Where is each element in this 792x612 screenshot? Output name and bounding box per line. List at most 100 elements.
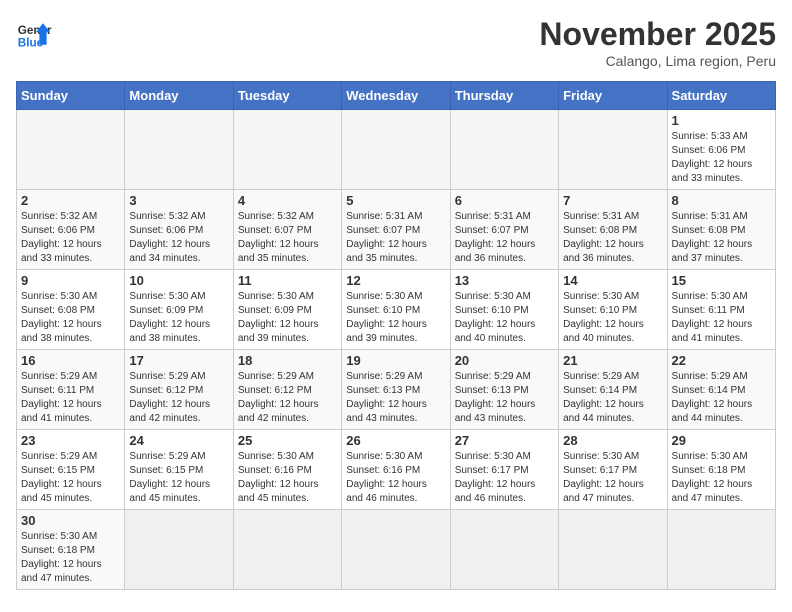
day-number: 22 [672,353,771,368]
calendar-day-cell: 27Sunrise: 5:30 AM Sunset: 6:17 PM Dayli… [450,430,558,510]
day-number: 16 [21,353,120,368]
calendar-day-cell: 11Sunrise: 5:30 AM Sunset: 6:09 PM Dayli… [233,270,341,350]
day-number: 26 [346,433,445,448]
day-number: 7 [563,193,662,208]
calendar-week-row: 30Sunrise: 5:30 AM Sunset: 6:18 PM Dayli… [17,510,776,590]
calendar-header-row: SundayMondayTuesdayWednesdayThursdayFrid… [17,82,776,110]
calendar-week-row: 16 Sunrise: 5:29 AM Sunset: 6:11 PM Dayli… [17,350,776,430]
calendar-day-cell: 14Sunrise: 5:30 AM Sunset: 6:10 PM Dayli… [559,270,667,350]
day-number: 28 [563,433,662,448]
day-info: Sunrise: 5:29 AM Sunset: 6:12 PM Dayligh… [238,370,337,426]
weekday-header-wednesday: Wednesday [342,82,450,110]
calendar-day-cell: 3Sunrise: 5:32 AM Sunset: 6:06 PM Daylig… [125,190,233,270]
day-info: Sunrise: 5:32 AM Sunset: 6:06 PM Dayligh… [129,210,228,266]
day-number: 8 [672,193,771,208]
calendar-day-cell: 6Sunrise: 5:31 AM Sunset: 6:07 PM Daylig… [450,190,558,270]
day-info: Sunrise: 5:29 AM Sunset: 6:13 PM Dayligh… [346,370,445,426]
calendar-day-cell [559,110,667,190]
day-number: 13 [455,273,554,288]
day-info: Sunrise: 5:30 AM Sunset: 6:10 PM Dayligh… [455,290,554,346]
day-info: Sunrise: 5:30 AM Sunset: 6:17 PM Dayligh… [563,450,662,506]
day-number: 25 [238,433,337,448]
day-number: 24 [129,433,228,448]
day-number: 10 [129,273,228,288]
calendar-day-cell: 10 Sunrise: 5:30 AM Sunset: 6:09 PM Dayli… [125,270,233,350]
logo-icon: General Blue [16,16,52,52]
day-number: 19 [346,353,445,368]
day-number: 5 [346,193,445,208]
day-info: Sunrise: 5:30 AM Sunset: 6:18 PM Dayligh… [21,530,120,586]
day-info: Sunrise: 5:29 AM Sunset: 6:13 PM Dayligh… [455,370,554,426]
header: General Blue November 2025 Calango, Lima… [16,16,776,69]
day-info: Sunrise: 5:31 AM Sunset: 6:08 PM Dayligh… [672,210,771,266]
weekday-header-friday: Friday [559,82,667,110]
calendar-day-cell: 1Sunrise: 5:33 AM Sunset: 6:06 PM Daylig… [667,110,775,190]
calendar-day-cell: 2 Sunrise: 5:32 AM Sunset: 6:06 PM Daylig… [17,190,125,270]
calendar-day-cell [450,110,558,190]
calendar-day-cell: 29Sunrise: 5:30 AM Sunset: 6:18 PM Dayli… [667,430,775,510]
day-info: Sunrise: 5:30 AM Sunset: 6:09 PM Dayligh… [238,290,337,346]
day-info: Sunrise: 5:30 AM Sunset: 6:09 PM Dayligh… [129,290,228,346]
day-info: Sunrise: 5:29 AM Sunset: 6:12 PM Dayligh… [129,370,228,426]
day-info: Sunrise: 5:30 AM Sunset: 6:11 PM Dayligh… [672,290,771,346]
day-number: 20 [455,353,554,368]
day-number: 4 [238,193,337,208]
weekday-header-sunday: Sunday [17,82,125,110]
day-info: Sunrise: 5:30 AM Sunset: 6:16 PM Dayligh… [346,450,445,506]
day-info: Sunrise: 5:32 AM Sunset: 6:07 PM Dayligh… [238,210,337,266]
calendar-day-cell [17,110,125,190]
calendar-day-cell: 17 Sunrise: 5:29 AM Sunset: 6:12 PM Dayli… [125,350,233,430]
calendar-day-cell [125,510,233,590]
day-info: Sunrise: 5:32 AM Sunset: 6:06 PM Dayligh… [21,210,120,266]
calendar-day-cell [342,110,450,190]
day-info: Sunrise: 5:30 AM Sunset: 6:10 PM Dayligh… [563,290,662,346]
calendar-day-cell [342,510,450,590]
day-number: 2 [21,193,120,208]
calendar-day-cell: 23Sunrise: 5:29 AM Sunset: 6:15 PM Dayli… [17,430,125,510]
calendar-day-cell: 9 Sunrise: 5:30 AM Sunset: 6:08 PM Daylig… [17,270,125,350]
calendar-day-cell: 19 Sunrise: 5:29 AM Sunset: 6:13 PM Dayli… [342,350,450,430]
page-title: November 2025 [539,16,776,53]
day-number: 18 [238,353,337,368]
day-number: 12 [346,273,445,288]
calendar-day-cell: 16 Sunrise: 5:29 AM Sunset: 6:11 PM Dayli… [17,350,125,430]
day-number: 15 [672,273,771,288]
day-info: Sunrise: 5:31 AM Sunset: 6:08 PM Dayligh… [563,210,662,266]
calendar-day-cell [233,510,341,590]
calendar-day-cell: 24Sunrise: 5:29 AM Sunset: 6:15 PM Dayli… [125,430,233,510]
day-info: Sunrise: 5:31 AM Sunset: 6:07 PM Dayligh… [455,210,554,266]
calendar-week-row: 1Sunrise: 5:33 AM Sunset: 6:06 PM Daylig… [17,110,776,190]
weekday-header-saturday: Saturday [667,82,775,110]
calendar-day-cell [450,510,558,590]
calendar-day-cell: 20 Sunrise: 5:29 AM Sunset: 6:13 PM Dayli… [450,350,558,430]
calendar-day-cell [559,510,667,590]
day-info: Sunrise: 5:29 AM Sunset: 6:15 PM Dayligh… [21,450,120,506]
calendar-day-cell: 25 Sunrise: 5:30 AM Sunset: 6:16 PM Dayli… [233,430,341,510]
calendar-day-cell: 8 Sunrise: 5:31 AM Sunset: 6:08 PM Daylig… [667,190,775,270]
calendar-week-row: 23Sunrise: 5:29 AM Sunset: 6:15 PM Dayli… [17,430,776,510]
day-number: 9 [21,273,120,288]
calendar-day-cell: 26 Sunrise: 5:30 AM Sunset: 6:16 PM Dayli… [342,430,450,510]
day-info: Sunrise: 5:29 AM Sunset: 6:14 PM Dayligh… [563,370,662,426]
calendar-day-cell: 21Sunrise: 5:29 AM Sunset: 6:14 PM Dayli… [559,350,667,430]
day-info: Sunrise: 5:30 AM Sunset: 6:17 PM Dayligh… [455,450,554,506]
day-info: Sunrise: 5:30 AM Sunset: 6:10 PM Dayligh… [346,290,445,346]
day-number: 1 [672,113,771,128]
calendar-day-cell: 13 Sunrise: 5:30 AM Sunset: 6:10 PM Dayli… [450,270,558,350]
day-info: Sunrise: 5:30 AM Sunset: 6:18 PM Dayligh… [672,450,771,506]
calendar-day-cell: 5 Sunrise: 5:31 AM Sunset: 6:07 PM Daylig… [342,190,450,270]
calendar-day-cell [125,110,233,190]
day-info: Sunrise: 5:31 AM Sunset: 6:07 PM Dayligh… [346,210,445,266]
calendar-day-cell: 22Sunrise: 5:29 AM Sunset: 6:14 PM Dayli… [667,350,775,430]
logo: General Blue [16,16,52,52]
weekday-header-thursday: Thursday [450,82,558,110]
day-info: Sunrise: 5:29 AM Sunset: 6:11 PM Dayligh… [21,370,120,426]
calendar-day-cell: 30Sunrise: 5:30 AM Sunset: 6:18 PM Dayli… [17,510,125,590]
calendar-table: SundayMondayTuesdayWednesdayThursdayFrid… [16,81,776,590]
calendar-day-cell: 4 Sunrise: 5:32 AM Sunset: 6:07 PM Daylig… [233,190,341,270]
calendar-day-cell: 15 Sunrise: 5:30 AM Sunset: 6:11 PM Dayli… [667,270,775,350]
day-info: Sunrise: 5:30 AM Sunset: 6:08 PM Dayligh… [21,290,120,346]
title-block: November 2025 Calango, Lima region, Peru [539,16,776,69]
day-number: 17 [129,353,228,368]
day-info: Sunrise: 5:30 AM Sunset: 6:16 PM Dayligh… [238,450,337,506]
